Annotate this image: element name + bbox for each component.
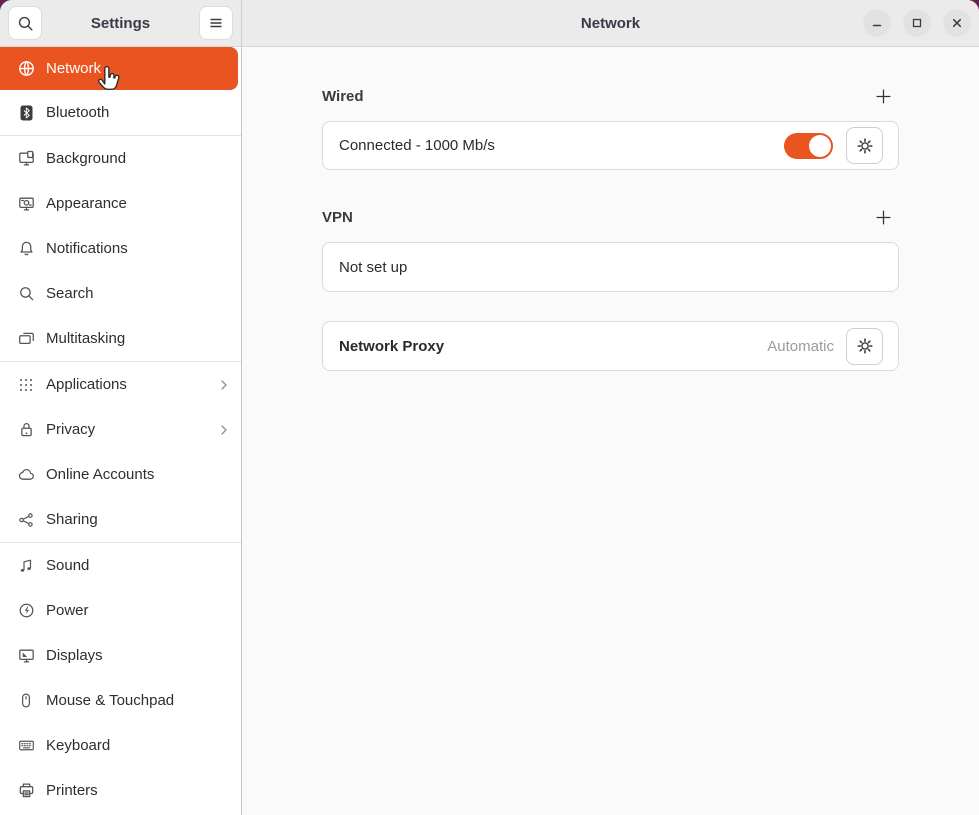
content-headerbar: Network <box>242 0 979 47</box>
sidebar-item-label: Online Accounts <box>46 466 154 483</box>
sidebar-item-label: Privacy <box>46 421 95 438</box>
appearance-icon <box>17 195 35 213</box>
maximize-button[interactable] <box>903 9 931 37</box>
magnifier-icon <box>17 285 35 303</box>
vpn-section-title: VPN <box>322 209 353 226</box>
sidebar: Network Bluetooth Background <box>0 47 242 815</box>
sidebar-item-keyboard[interactable]: Keyboard <box>0 723 241 768</box>
sidebar-item-bluetooth[interactable]: Bluetooth <box>0 90 241 135</box>
menu-button[interactable] <box>199 6 233 40</box>
sidebar-item-privacy[interactable]: Privacy <box>0 407 241 452</box>
sidebar-item-online-accounts[interactable]: Online Accounts <box>0 452 241 497</box>
sidebar-item-label: Bluetooth <box>46 104 109 121</box>
vpn-section-header: VPN <box>322 207 899 227</box>
close-icon <box>949 15 965 31</box>
window-controls <box>863 9 971 37</box>
add-wired-connection-button[interactable] <box>870 83 896 109</box>
sidebar-item-label: Applications <box>46 376 127 393</box>
sidebar-item-sound[interactable]: Sound <box>0 543 241 588</box>
sidebar-item-label: Sound <box>46 557 89 574</box>
sidebar-item-search[interactable]: Search <box>0 271 241 316</box>
bluetooth-icon <box>17 104 35 122</box>
wired-toggle[interactable] <box>784 133 833 159</box>
sidebar-item-label: Search <box>46 285 94 302</box>
windows-icon <box>17 330 35 348</box>
maximize-icon <box>909 15 925 31</box>
sidebar-item-background[interactable]: Background <box>0 136 241 181</box>
settings-window: Settings Network <box>0 0 979 815</box>
sidebar-item-sharing[interactable]: Sharing <box>0 497 241 542</box>
sidebar-item-label: Printers <box>46 782 98 799</box>
sidebar-item-label: Mouse & Touchpad <box>46 692 174 709</box>
wired-settings-button[interactable] <box>846 127 883 164</box>
sidebar-item-label: Sharing <box>46 511 98 528</box>
sidebar-item-notifications[interactable]: Notifications <box>0 226 241 271</box>
background-icon <box>17 150 35 168</box>
sidebar-item-appearance[interactable]: Appearance <box>0 181 241 226</box>
keyboard-icon <box>17 737 35 755</box>
vpn-status-text: Not set up <box>339 259 407 276</box>
gear-icon <box>856 137 874 155</box>
sidebar-item-label: Notifications <box>46 240 128 257</box>
gear-icon <box>856 337 874 355</box>
power-icon <box>17 602 35 620</box>
network-proxy-row[interactable]: Network Proxy Automatic <box>322 321 899 371</box>
network-proxy-value: Automatic <box>767 338 834 355</box>
cloud-icon <box>17 466 35 484</box>
plus-icon <box>875 88 892 105</box>
sidebar-item-network[interactable]: Network <box>0 47 238 90</box>
minimize-button[interactable] <box>863 9 891 37</box>
chevron-right-icon <box>219 379 229 391</box>
network-proxy-label: Network Proxy <box>339 338 444 355</box>
mouse-icon <box>17 692 35 710</box>
vpn-status-row: Not set up <box>322 242 899 292</box>
hamburger-icon <box>208 15 224 31</box>
page-title: Network <box>581 15 640 32</box>
sidebar-item-label: Keyboard <box>46 737 110 754</box>
printer-icon <box>17 782 35 800</box>
network-proxy-settings-button[interactable] <box>846 328 883 365</box>
network-panel: Wired Connected - 1000 Mb/s <box>242 47 979 815</box>
lock-icon <box>17 421 35 439</box>
sidebar-item-label: Network <box>46 60 101 77</box>
wired-connection-status: Connected - 1000 Mb/s <box>339 137 495 154</box>
close-button[interactable] <box>943 9 971 37</box>
sidebar-item-power[interactable]: Power <box>0 588 241 633</box>
sidebar-item-label: Power <box>46 602 89 619</box>
chevron-right-icon <box>219 424 229 436</box>
search-button[interactable] <box>8 6 42 40</box>
plus-icon <box>875 209 892 226</box>
sidebar-item-printers[interactable]: Printers <box>0 768 241 813</box>
share-icon <box>17 511 35 529</box>
sidebar-item-label: Background <box>46 150 126 167</box>
minimize-icon <box>869 15 885 31</box>
display-icon <box>17 647 35 665</box>
sidebar-item-label: Appearance <box>46 195 127 212</box>
sidebar-headerbar: Settings <box>0 0 242 47</box>
music-note-icon <box>17 557 35 575</box>
toggle-knob <box>809 135 831 157</box>
wired-section-title: Wired <box>322 88 364 105</box>
sidebar-item-multitasking[interactable]: Multitasking <box>0 316 241 361</box>
sidebar-item-displays[interactable]: Displays <box>0 633 241 678</box>
globe-icon <box>17 60 35 78</box>
sidebar-item-applications[interactable]: Applications <box>0 362 241 407</box>
wired-section-header: Wired <box>322 86 899 106</box>
app-grid-icon <box>17 376 35 394</box>
sidebar-item-label: Displays <box>46 647 103 664</box>
sidebar-item-mouse-touchpad[interactable]: Mouse & Touchpad <box>0 678 241 723</box>
add-vpn-button[interactable] <box>870 204 896 230</box>
wired-connection-row[interactable]: Connected - 1000 Mb/s <box>322 121 899 170</box>
sidebar-item-label: Multitasking <box>46 330 125 347</box>
bell-icon <box>17 240 35 258</box>
sidebar-title: Settings <box>91 15 150 32</box>
search-icon <box>17 15 34 32</box>
